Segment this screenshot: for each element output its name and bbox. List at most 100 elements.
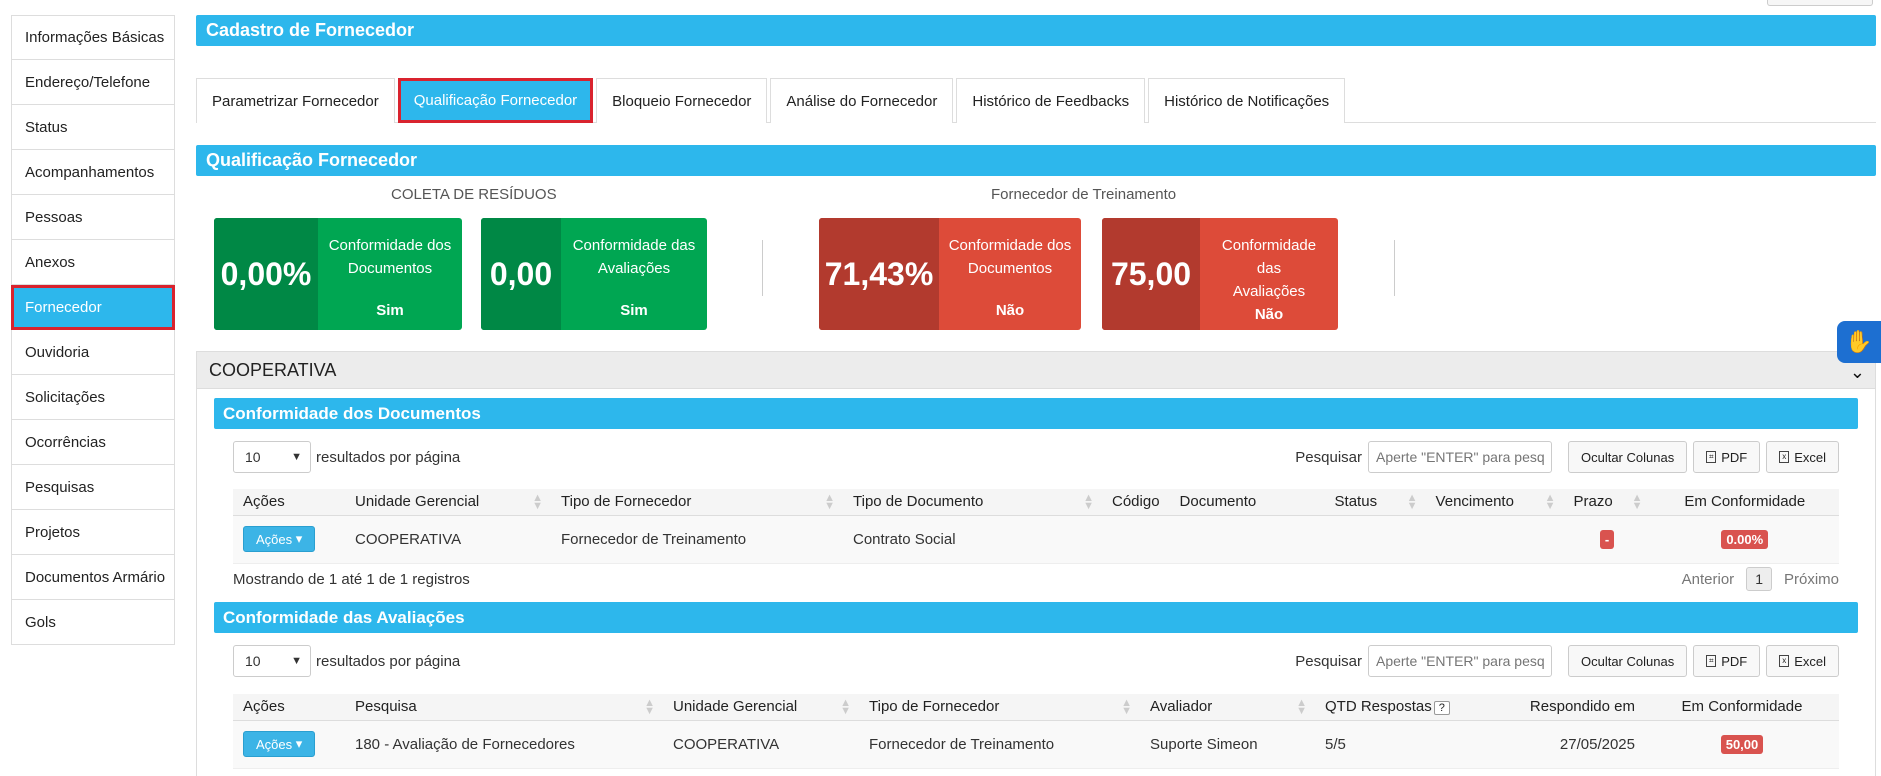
tab-analise-fornecedor[interactable]: Análise do Fornecedor [770,78,954,123]
sort-icon: ▲ ▼ [1544,492,1556,512]
cell-pesquisa: 180 - Avaliação de Fornecedores [345,720,663,769]
chevron-down-icon: ▼ [291,655,302,667]
cooperativa-title: COOPERATIVA [209,359,337,380]
avals-hide-columns-button[interactable]: Ocultar Colunas [1567,645,1688,677]
docs-page-size-select[interactable]: 10 ▼ [233,441,311,473]
pdf-file-icon: ⌗ [1706,655,1717,667]
cell-respondido: 27/05/2025 [1485,720,1645,769]
tab-qualificacao-fornecedor[interactable]: Qualificação Fornecedor [397,78,594,123]
sidebar-item-ouvidoria[interactable]: Ouvidoria [11,330,175,375]
col-em-conformidade[interactable]: Em Conformidade [1650,489,1839,516]
cell-tipo-documento: Contrato Social [843,515,1102,564]
docs-excel-button[interactable]: x Excel [1766,441,1839,473]
sidebar-item-pessoas[interactable]: Pessoas [11,195,175,240]
kpi-result: Não [1254,306,1284,323]
sidebar-item-gols[interactable]: Gols [11,600,175,645]
sidebar-item-acompanhamentos[interactable]: Acompanhamentos [11,150,175,195]
col-acoes[interactable]: Ações [233,694,345,721]
col-vencimento[interactable]: Vencimento ▲ ▼ [1425,489,1564,516]
col-pesquisa[interactable]: Pesquisa ▲ ▼ [345,694,663,721]
cell-avaliador: Suporte Simeon [1140,720,1315,769]
sidebar-menu: Informações Básicas Endereço/Telefone St… [11,15,175,645]
avals-search-input[interactable] [1367,645,1552,677]
cell-unidade: COOPERATIVA [345,515,551,564]
sidebar-item-anexos[interactable]: Anexos [11,240,175,285]
row-actions-button[interactable]: Ações ▾ [243,526,316,552]
kpi-card-avals-treinamento: 75,00 Conformidade das Avaliações Não [1102,218,1338,330]
docs-pdf-button[interactable]: ⌗ PDF [1693,441,1761,473]
docs-footer: Mostrando de 1 até 1 de 1 registros Ante… [233,565,1839,593]
col-codigo[interactable]: Código [1102,489,1170,516]
tab-bloqueio-fornecedor[interactable]: Bloqueio Fornecedor [596,78,768,123]
group-label-treinamento: Fornecedor de Treinamento [991,186,1177,203]
cell-status [1324,515,1426,564]
cell-tipo-fornecedor: Fornecedor de Treinamento [859,720,1140,769]
cell-tipo-fornecedor: Fornecedor de Treinamento [551,515,843,564]
sort-icon: ▲ ▼ [1631,492,1643,512]
excel-file-icon: x [1779,655,1790,667]
sort-icon: ▲ ▼ [824,492,835,512]
top-button-edge[interactable] [1767,0,1873,6]
pdf-label: PDF [1721,653,1748,669]
kpi-result: Sim [620,302,648,319]
accessibility-hands-icon[interactable]: ✋ [1837,321,1881,363]
row-actions-button[interactable]: Ações ▾ [243,731,316,757]
chevron-down-icon[interactable]: ⌄ [1850,362,1865,383]
sidebar-item-endereco-telefone[interactable]: Endereço/Telefone [11,60,175,105]
col-documento[interactable]: Documento [1169,489,1325,516]
col-qtd-respostas[interactable]: QTD Respostas? [1315,694,1485,721]
kpi-result: Sim [376,302,404,319]
sidebar-item-pesquisas[interactable]: Pesquisas [11,465,175,510]
prazo-badge: - [1599,529,1615,549]
tab-historico-notificacoes[interactable]: Histórico de Notificações [1148,78,1346,123]
col-em-conformidade[interactable]: Em Conformidade [1645,694,1839,721]
pagination-prev[interactable]: Anterior [1682,571,1735,588]
avals-excel-button[interactable]: x Excel [1766,645,1839,677]
sidebar-item-informacoes-basicas[interactable]: Informações Básicas [11,15,175,60]
sidebar-item-projetos[interactable]: Projetos [11,510,175,555]
sidebar-item-solicitacoes[interactable]: Solicitações [11,375,175,420]
sidebar-item-ocorrencias[interactable]: Ocorrências [11,420,175,465]
col-tipo-fornecedor[interactable]: Tipo de Fornecedor ▲ ▼ [859,694,1140,721]
tab-bar: Parametrizar Fornecedor Qualificação For… [196,78,1876,123]
sort-icon: ▲ ▼ [644,697,655,717]
pagination-page-1[interactable]: 1 [1746,567,1772,591]
col-unidade-gerencial[interactable]: Unidade Gerencial ▲ ▼ [663,694,859,721]
col-prazo[interactable]: Prazo ▲ ▼ [1563,489,1651,516]
col-tipo-fornecedor[interactable]: Tipo de Fornecedor ▲ ▼ [551,489,843,516]
page-size-value: 10 [245,653,261,669]
sidebar-item-status[interactable]: Status [11,105,175,150]
cooperativa-header[interactable]: COOPERATIVA [197,352,1875,389]
kpi-label-line1: Conformidade das [1221,237,1317,277]
kpi-value: 0,00% [214,218,318,330]
tab-historico-feedbacks[interactable]: Histórico de Feedbacks [956,78,1146,123]
docs-hide-columns-button[interactable]: Ocultar Colunas [1567,441,1688,473]
col-tipo-documento[interactable]: Tipo de Documento ▲ ▼ [843,489,1102,516]
sidebar-item-documentos-armario[interactable]: Documentos Armário [11,555,175,600]
avals-page-size-select[interactable]: 10 ▼ [233,645,311,677]
col-acoes[interactable]: Ações [233,489,345,516]
docs-search-input[interactable] [1367,441,1552,473]
col-unidade-gerencial[interactable]: Unidade Gerencial ▲ ▼ [345,489,551,516]
cell-qtd: 5/5 [1315,720,1485,769]
pdf-file-icon: ⌗ [1706,451,1717,463]
kpi-card-docs-treinamento: 71,43% Conformidade dos Documentos Não [819,218,1081,330]
tab-parametrizar-fornecedor[interactable]: Parametrizar Fornecedor [196,78,395,123]
cell-documento [1169,515,1325,564]
kpi-label-line1: Conformidade dos [948,237,1072,254]
chevron-down-icon: ▼ [291,451,302,463]
col-avaliador[interactable]: Avaliador ▲ ▼ [1140,694,1315,721]
conformidade-badge: 0.00% [1721,529,1769,549]
kpi-label-line2: Documentos [347,260,433,277]
pagination-next[interactable]: Próximo [1784,571,1839,588]
help-icon[interactable]: ? [1433,701,1450,716]
sidebar-item-fornecedor[interactable]: Fornecedor [11,285,175,330]
avals-pdf-button[interactable]: ⌗ PDF [1693,645,1761,677]
kpi-divider [762,240,763,296]
section-title-qualificacao: Qualificação Fornecedor [196,145,1876,176]
rpp-label: resultados por página [316,448,461,466]
kpi-label-line2: Documentos [967,260,1053,277]
col-respondido-em[interactable]: Respondido em [1485,694,1645,721]
col-status[interactable]: Status ▲ ▼ [1324,489,1426,516]
kpi-label-line2: Avaliações [1232,283,1306,300]
